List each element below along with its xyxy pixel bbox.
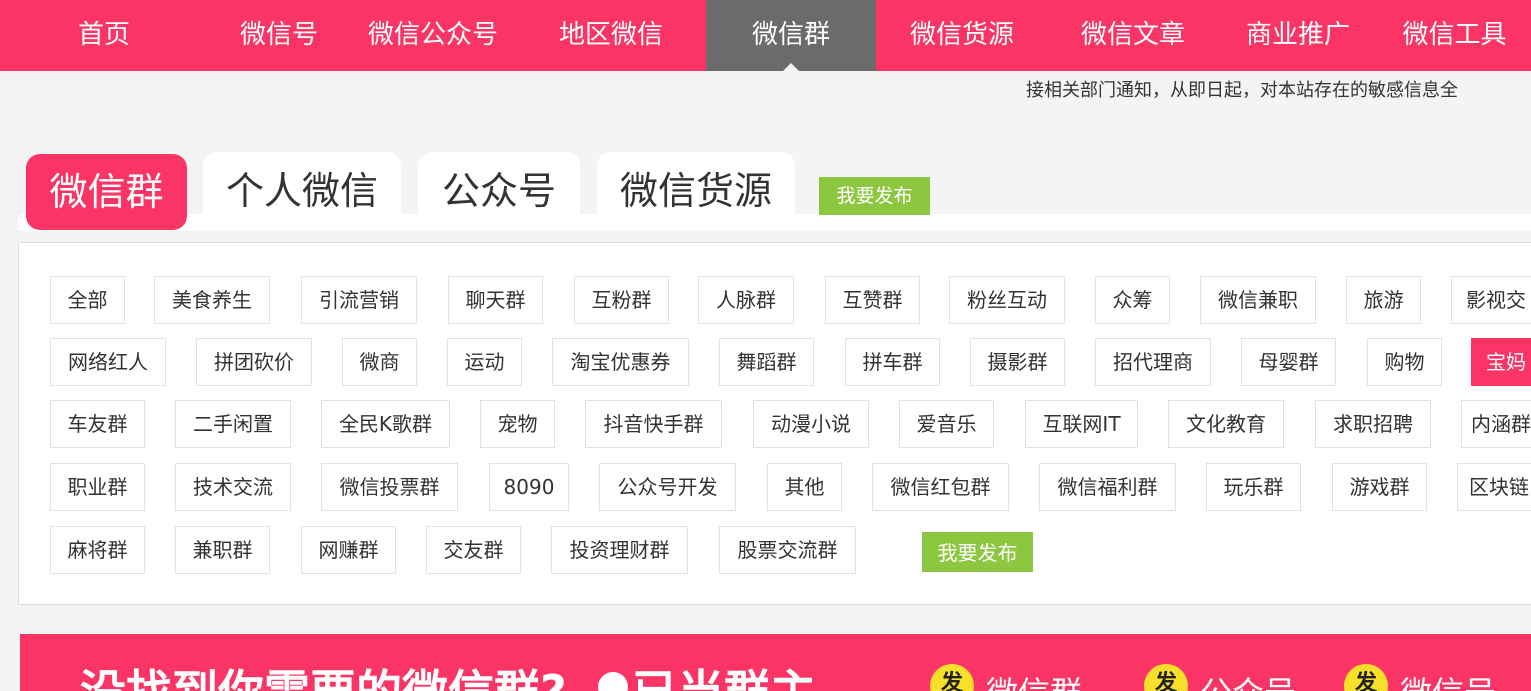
tab-personal-wechat[interactable]: 个人微信: [203, 152, 401, 230]
top-nav: 首页 微信号 微信公众号 地区微信 微信群 微信货源 微信文章 商业推广 微信工…: [0, 0, 1531, 71]
tag-item[interactable]: 摄影群: [970, 338, 1065, 386]
tag-item[interactable]: 微信红包群: [872, 463, 1009, 511]
tag-item[interactable]: 微信兼职: [1200, 276, 1316, 324]
nav-item-regional[interactable]: 地区微信: [516, 0, 706, 71]
notice-text: 接相关部门通知，从即日起，对本站存在的敏感信息全: [1026, 80, 1458, 101]
tag-item[interactable]: 人脉群: [698, 276, 794, 324]
tag-item[interactable]: 区块链: [1457, 463, 1531, 511]
nav-item-official-account[interactable]: 微信公众号: [350, 0, 516, 71]
tag-item[interactable]: 其他: [767, 463, 842, 511]
tag-item[interactable]: 母婴群: [1241, 338, 1336, 386]
banner-link-official-account[interactable]: 公众号: [1200, 668, 1296, 691]
tag-item[interactable]: 舞蹈群: [719, 338, 814, 386]
tag-item[interactable]: 游戏群: [1332, 463, 1427, 511]
tag-item[interactable]: 玩乐群: [1206, 463, 1301, 511]
publish-button[interactable]: 我要发布: [819, 177, 930, 215]
nav-item-wechat-group[interactable]: 微信群: [706, 0, 876, 71]
tag-item[interactable]: 宠物: [480, 400, 555, 448]
banner-subheadline: 已当群主: [632, 656, 816, 691]
tag-item[interactable]: 旅游: [1346, 276, 1421, 324]
tag-item[interactable]: 动漫小说: [753, 400, 869, 448]
tag-item[interactable]: 微信投票群: [321, 463, 458, 511]
tab-wechat-supply[interactable]: 微信货源: [597, 152, 795, 230]
banner-link-wechat-id[interactable]: 微信号: [1400, 668, 1496, 691]
tag-item[interactable]: 网络红人: [50, 338, 166, 386]
tag-item[interactable]: 淘宝优惠券: [552, 338, 689, 386]
tag-item[interactable]: 内涵群: [1461, 400, 1531, 448]
tag-item[interactable]: 互联网IT: [1025, 400, 1138, 448]
tag-item[interactable]: 拼团砍价: [196, 338, 312, 386]
banner-link-wechat-group[interactable]: 微信群: [986, 668, 1082, 691]
tag-panel: 全部 美食养生 引流营销 聊天群 互粉群 人脉群 互赞群 粉丝互动 众筹 微信兼…: [18, 242, 1531, 605]
tag-item[interactable]: 聊天群: [448, 276, 543, 324]
tag-item[interactable]: 粉丝互动: [949, 276, 1065, 324]
bottom-banner: 没找到你需要的微信群? 已当群主 发 微信群 发 公众号 发 微信号: [20, 634, 1531, 691]
nav-item-articles[interactable]: 微信文章: [1048, 0, 1218, 71]
tag-item[interactable]: 求职招聘: [1315, 400, 1431, 448]
tab-official-account[interactable]: 公众号: [418, 152, 580, 230]
tag-item[interactable]: 拼车群: [845, 338, 940, 386]
tag-item[interactable]: 麻将群: [50, 526, 145, 574]
publish-badge-icon: 发: [1344, 664, 1388, 691]
tag-item[interactable]: 全部: [50, 276, 125, 324]
tag-item[interactable]: 运动: [447, 338, 522, 386]
tag-item-selected[interactable]: 宝妈: [1471, 338, 1531, 386]
tag-item[interactable]: 引流营销: [301, 276, 417, 324]
tag-item[interactable]: 微商: [342, 338, 417, 386]
tag-item[interactable]: 美食养生: [154, 276, 270, 324]
tab-wechat-group[interactable]: 微信群: [26, 154, 187, 230]
publish-badge-icon: 发: [1144, 664, 1188, 691]
nav-item-promotion[interactable]: 商业推广: [1218, 0, 1378, 71]
info-icon: [598, 672, 628, 691]
tag-item[interactable]: 技术交流: [175, 463, 291, 511]
tag-item[interactable]: 二手闲置: [175, 400, 291, 448]
publish-badge-icon: 发: [930, 664, 974, 691]
nav-item-home[interactable]: 首页: [0, 0, 208, 71]
banner-headline: 没找到你需要的微信群?: [80, 656, 567, 691]
tag-item[interactable]: 众筹: [1095, 276, 1170, 324]
tag-item[interactable]: 网赚群: [301, 526, 396, 574]
tag-item[interactable]: 影视交: [1451, 276, 1531, 324]
tag-item[interactable]: 职业群: [50, 463, 145, 511]
tag-item[interactable]: 全民K歌群: [321, 400, 450, 448]
nav-item-supply[interactable]: 微信货源: [876, 0, 1048, 71]
tag-item[interactable]: 股票交流群: [719, 526, 856, 574]
tag-item[interactable]: 交友群: [426, 526, 521, 574]
tag-item[interactable]: 文化教育: [1168, 400, 1284, 448]
tag-item[interactable]: 爱音乐: [899, 400, 994, 448]
publish-tag-button[interactable]: 我要发布: [922, 532, 1033, 572]
tag-item[interactable]: 微信福利群: [1039, 463, 1176, 511]
tag-item[interactable]: 互粉群: [574, 276, 669, 324]
nav-item-tools[interactable]: 微信工具: [1378, 0, 1531, 71]
tag-item[interactable]: 投资理财群: [551, 526, 688, 574]
tag-item[interactable]: 购物: [1367, 338, 1442, 386]
tag-item[interactable]: 互赞群: [825, 276, 920, 324]
tag-item[interactable]: 8090: [489, 463, 569, 511]
tag-item[interactable]: 抖音快手群: [585, 400, 722, 448]
tag-item[interactable]: 公众号开发: [599, 463, 736, 511]
tag-item[interactable]: 车友群: [50, 400, 145, 448]
category-tabs: 微信群 个人微信 公众号 微信货源 我要发布: [18, 152, 1531, 231]
tag-item[interactable]: 兼职群: [175, 526, 270, 574]
nav-item-wechat-id[interactable]: 微信号: [208, 0, 350, 71]
tag-item[interactable]: 招代理商: [1095, 338, 1211, 386]
